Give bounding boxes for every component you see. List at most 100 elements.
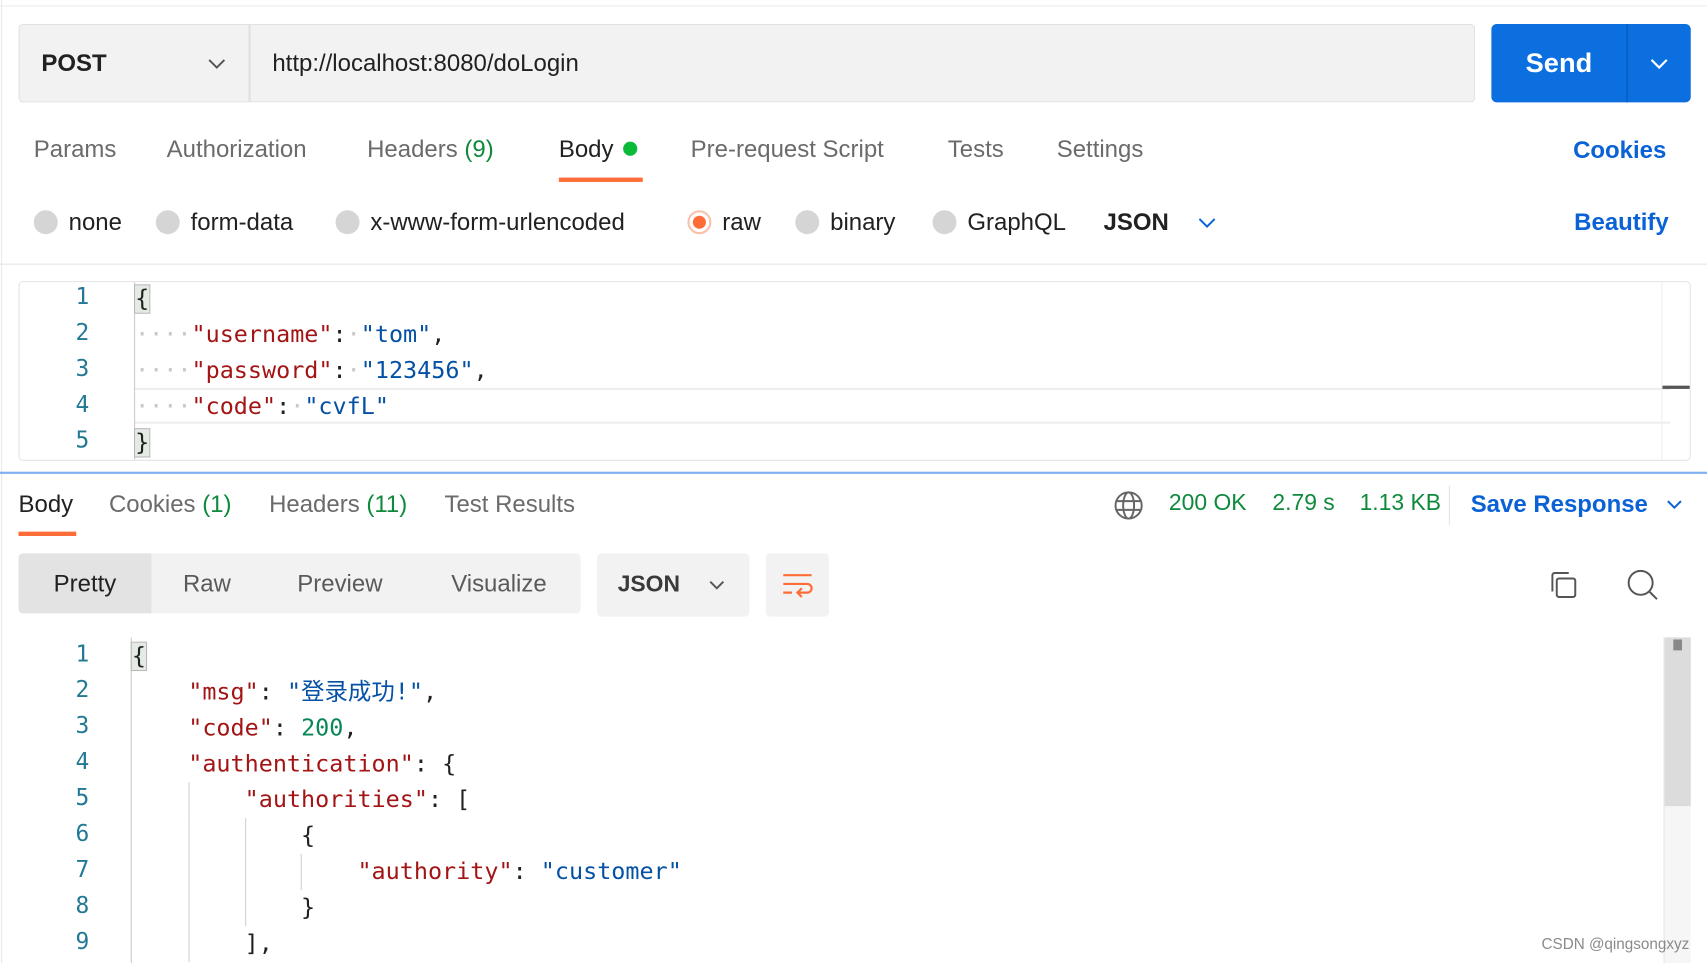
cookies-link[interactable]: Cookies: [1573, 136, 1666, 164]
url-input[interactable]: http://localhost:8080/doLogin: [249, 23, 1476, 103]
response-tab-cookies[interactable]: Cookies (1): [109, 490, 232, 518]
scrollbar-thumb[interactable]: [1664, 637, 1691, 807]
scrollbar-track[interactable]: [1661, 282, 1663, 460]
line-number: 4: [75, 391, 90, 418]
indent-whitespace: ····: [135, 393, 192, 421]
line-number: 7: [75, 856, 90, 883]
radio-label: binary: [830, 208, 896, 236]
wrap-lines-button[interactable]: [765, 553, 830, 617]
view-visualize[interactable]: Visualize: [417, 553, 580, 613]
format-select[interactable]: JSON: [1104, 208, 1217, 236]
code-line: }: [134, 425, 151, 460]
radio-raw[interactable]: raw: [687, 208, 761, 236]
scrollbar-marker: [1673, 639, 1683, 651]
radio-label: none: [68, 208, 122, 236]
status-code[interactable]: 200 OK: [1169, 490, 1247, 516]
punctuation: :: [427, 786, 443, 814]
response-format-select[interactable]: JSON: [596, 553, 750, 617]
tab-settings[interactable]: Settings: [1057, 135, 1144, 163]
radio-x-www-form-urlencoded[interactable]: x-www-form-urlencoded: [335, 208, 625, 236]
code-line: "authentication": {: [132, 746, 456, 782]
response-tab-body[interactable]: Body: [19, 490, 74, 518]
radio-binary[interactable]: binary: [795, 208, 895, 236]
line-number: 6: [75, 820, 90, 847]
json-string: "123456": [360, 357, 474, 385]
globe-icon[interactable]: [1113, 490, 1144, 521]
radio-label: GraphQL: [967, 208, 1066, 236]
radio-label: x-www-form-urlencoded: [370, 208, 625, 236]
view-pretty[interactable]: Pretty: [18, 553, 152, 614]
punctuation: ,: [343, 714, 358, 742]
code-line: "authorities": [: [132, 782, 471, 818]
tab-body[interactable]: Body: [559, 135, 638, 163]
line-number: 3: [75, 355, 90, 382]
response-size[interactable]: 1.13 KB: [1360, 490, 1441, 516]
code-line: "msg": "登录成功!",: [132, 674, 437, 710]
punctuation: ,: [431, 321, 446, 349]
punctuation: :: [258, 678, 273, 706]
method-select[interactable]: POST: [18, 23, 250, 103]
json-key: "username": [191, 321, 333, 349]
headers-count: (11): [366, 490, 408, 518]
code-line: ····"username":·"tom",: [135, 317, 445, 353]
send-button[interactable]: Send: [1491, 24, 1626, 102]
response-body-viewer[interactable]: 1 {2 "msg": "登录成功!", 3 "code": 200, 4 "auth…: [0, 637, 1707, 963]
request-body-editor[interactable]: 1{2 ····"username":·"tom", 3 ····"password"…: [18, 281, 1691, 461]
tab-label: Body: [558, 135, 614, 163]
json-key: "authorities": [244, 786, 428, 814]
tab-label: Settings: [1056, 135, 1144, 163]
pane-resize-handle[interactable]: [0, 471, 1707, 474]
code-line: {: [130, 638, 148, 674]
tab-tests[interactable]: Tests: [948, 135, 1004, 163]
view-mode-segmented-control: Pretty Raw Preview Visualize: [18, 553, 581, 614]
response-tab-headers[interactable]: Headers (11): [269, 490, 407, 518]
active-tab-underline: [18, 531, 77, 536]
response-tab-test-results[interactable]: Test Results: [444, 490, 575, 518]
watermark: CSDN @qingsongxyz: [1541, 934, 1690, 953]
view-raw[interactable]: Raw: [151, 553, 262, 613]
radio-circle: [335, 210, 360, 235]
chevron-down-icon: [1650, 59, 1668, 70]
scrollbar-marker: [1662, 385, 1690, 389]
tab-headers[interactable]: Headers (9): [367, 135, 494, 163]
bracket-match: {: [130, 641, 148, 672]
code-line: ····"code":·"cvfL": [135, 389, 389, 425]
code-line: }: [132, 890, 315, 926]
divider: [1448, 485, 1450, 526]
punctuation: {: [442, 750, 457, 778]
radio-circle-selected: [687, 210, 712, 235]
json-key: "msg": [188, 678, 259, 706]
save-response-button[interactable]: Save Response: [1471, 490, 1683, 518]
view-preview[interactable]: Preview: [263, 553, 418, 613]
tab-label: Headers: [269, 490, 360, 518]
code-line: {: [134, 282, 151, 317]
format-value: JSON: [617, 571, 680, 597]
radio-graphql[interactable]: GraphQL: [932, 208, 1066, 236]
tab-label: Params: [33, 135, 117, 163]
search-icon[interactable]: [1626, 569, 1659, 602]
response-time[interactable]: 2.79 s: [1272, 490, 1334, 516]
punctuation: ]: [244, 930, 259, 958]
radio-form-data[interactable]: form-data: [155, 208, 293, 236]
tab-params[interactable]: Params: [34, 135, 117, 163]
tab-label: Authorization: [166, 135, 307, 163]
beautify-button[interactable]: Beautify: [1574, 208, 1669, 236]
headers-count: (9): [464, 135, 494, 163]
line-number: 1: [75, 283, 90, 310]
format-value: JSON: [1103, 208, 1169, 236]
punctuation: :: [272, 714, 287, 742]
punctuation: ,: [422, 678, 438, 706]
tab-pre-request-script[interactable]: Pre-request Script: [691, 135, 884, 163]
copy-icon[interactable]: [1548, 570, 1579, 601]
radio-none[interactable]: none: [33, 208, 122, 236]
cookies-count: (1): [202, 490, 232, 518]
json-string: "tom": [360, 321, 432, 349]
punctuation: [: [456, 786, 471, 814]
tab-authorization[interactable]: Authorization: [167, 135, 307, 163]
send-options-button[interactable]: [1628, 24, 1691, 102]
code-line: "code": 200,: [132, 710, 358, 746]
